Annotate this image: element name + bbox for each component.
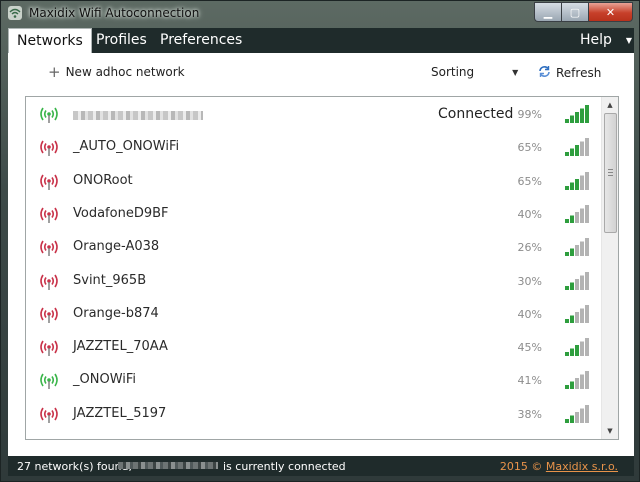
maximize-icon: ▢ — [569, 5, 581, 19]
tab-networks[interactable]: Networks — [8, 28, 92, 54]
wifi-icon — [39, 139, 59, 161]
wifi-app-icon — [8, 6, 22, 20]
status-bar: 27 network(s) found, is currently connec… — [8, 456, 634, 476]
refresh-label: Refresh — [556, 66, 602, 80]
network-row[interactable]: Svint_965B 30% — [26, 265, 602, 298]
minimize-button[interactable]: ▁ — [534, 2, 561, 22]
signal-percent: 99% — [517, 108, 542, 121]
chevron-down-icon: ▼ — [625, 36, 633, 45]
signal-percent: 41% — [517, 374, 542, 388]
copyright-year: 2015 © — [499, 460, 543, 473]
help-menu[interactable]: Help ▼ — [580, 28, 632, 53]
new-adhoc-label: New adhoc network — [65, 65, 185, 79]
scroll-down-button[interactable]: ▼ — [602, 423, 618, 439]
network-row[interactable]: _ONOWiFi 41% — [26, 364, 602, 397]
network-name-redacted — [73, 111, 203, 120]
signal-strength-icon — [565, 104, 591, 128]
signal-strength-icon — [565, 237, 591, 261]
network-row[interactable]: ONORoot 65% — [26, 165, 602, 198]
signal-strength-icon — [565, 370, 591, 394]
signal-percent: 65% — [517, 174, 542, 188]
wifi-icon — [39, 206, 59, 228]
vertical-scrollbar[interactable]: ▲ ▼ — [601, 97, 618, 439]
wifi-icon — [39, 306, 59, 328]
grip-line — [608, 169, 613, 170]
signal-strength-icon — [565, 137, 591, 161]
network-name: _ONOWiFi — [73, 372, 137, 388]
signal-strength-icon — [565, 271, 591, 295]
network-row[interactable]: JAZZTEL_5197 38% — [26, 398, 602, 431]
network-name: ONORoot — [73, 172, 133, 188]
new-adhoc-network-button[interactable]: + New adhoc network — [48, 63, 185, 81]
network-list[interactable]: Connected 99% _AUTO_ONOWiFi 65% ONORoot 65% Vo… — [25, 96, 619, 440]
network-name: VodafoneD9BF — [73, 205, 169, 221]
networks-panel: + New adhoc network Sorting ▼ Refresh Co… — [8, 53, 634, 456]
scrollbar-thumb[interactable] — [604, 113, 617, 233]
sorting-dropdown[interactable]: Sorting ▼ — [431, 65, 518, 79]
copyright: 2015 © Maxidix s.r.o. — [500, 460, 618, 473]
wifi-connected-icon — [39, 106, 59, 128]
refresh-icon — [538, 65, 551, 81]
signal-percent: 40% — [517, 307, 542, 321]
grip-line — [608, 172, 613, 173]
signal-percent: 40% — [517, 207, 542, 221]
network-name: Orange-A038 — [73, 239, 160, 255]
wifi-icon — [39, 339, 59, 361]
signal-percent: 38% — [517, 407, 542, 421]
signal-strength-icon — [565, 337, 591, 361]
window-controls: ▁ ▢ ✕ — [534, 2, 633, 22]
title-bar[interactable]: Maxidix Wifi Autoconnection ▁ ▢ ✕ — [1, 1, 639, 25]
close-button[interactable]: ✕ — [588, 2, 633, 22]
window-title: Maxidix Wifi Autoconnection — [29, 6, 200, 20]
network-name: JAZZTEL_5197 — [73, 405, 167, 421]
company-link[interactable]: Maxidix s.r.o. — [546, 460, 618, 473]
signal-percent: 30% — [517, 274, 542, 288]
signal-strength-icon — [565, 171, 591, 195]
network-row[interactable]: JAZZTEL_70AA 45% — [26, 331, 602, 364]
wifi-icon — [39, 406, 59, 428]
network-name: _AUTO_ONOWiFi — [73, 139, 180, 155]
network-row[interactable]: Connected 99% — [26, 98, 602, 131]
network-row[interactable]: _AUTO_ONOWiFi 65% — [26, 131, 602, 164]
chevron-up-icon: ▲ — [607, 101, 613, 109]
networks-found-text: 27 network(s) found, — [17, 460, 133, 473]
connected-status-text: is currently connected — [223, 460, 346, 473]
refresh-button[interactable]: Refresh — [538, 65, 601, 81]
chevron-down-icon: ▼ — [607, 427, 613, 435]
network-row[interactable]: VodafoneD9BF 40% — [26, 198, 602, 231]
plus-icon: + — [48, 63, 61, 81]
connected-network-name-redacted — [118, 462, 218, 469]
signal-strength-icon — [565, 404, 591, 428]
close-icon: ✕ — [605, 5, 616, 19]
network-name: Svint_965B — [73, 272, 147, 288]
network-name: JAZZTEL_70AA — [73, 339, 168, 355]
network-name: Orange-b874 — [73, 305, 159, 321]
tab-preferences[interactable]: Preferences — [160, 28, 242, 53]
minimize-icon: ▁ — [543, 5, 553, 19]
wifi-icon — [39, 239, 59, 261]
scroll-up-button[interactable]: ▲ — [602, 97, 618, 113]
sorting-label: Sorting — [431, 65, 475, 79]
wifi-icon — [39, 372, 59, 394]
app-window: Maxidix Wifi Autoconnection ▁ ▢ ✕ Networ… — [0, 0, 640, 482]
wifi-icon — [39, 273, 59, 295]
maximize-button[interactable]: ▢ — [561, 2, 588, 22]
signal-percent: 45% — [517, 341, 542, 355]
wifi-icon — [39, 173, 59, 195]
signal-strength-icon — [565, 204, 591, 228]
network-row[interactable]: Orange-b874 40% — [26, 298, 602, 331]
chevron-down-icon: ▼ — [512, 67, 519, 77]
toolbar: + New adhoc network Sorting ▼ Refresh — [8, 53, 634, 95]
signal-percent: 26% — [517, 241, 542, 255]
grip-line — [608, 175, 613, 176]
help-label: Help — [580, 32, 612, 48]
menu-bar: Networks Profiles Preferences Help ▼ — [8, 28, 634, 54]
tab-profiles[interactable]: Profiles — [96, 28, 147, 53]
signal-percent: 65% — [517, 141, 542, 155]
network-row[interactable]: Orange-A038 26% — [26, 231, 602, 264]
signal-strength-icon — [565, 304, 591, 328]
